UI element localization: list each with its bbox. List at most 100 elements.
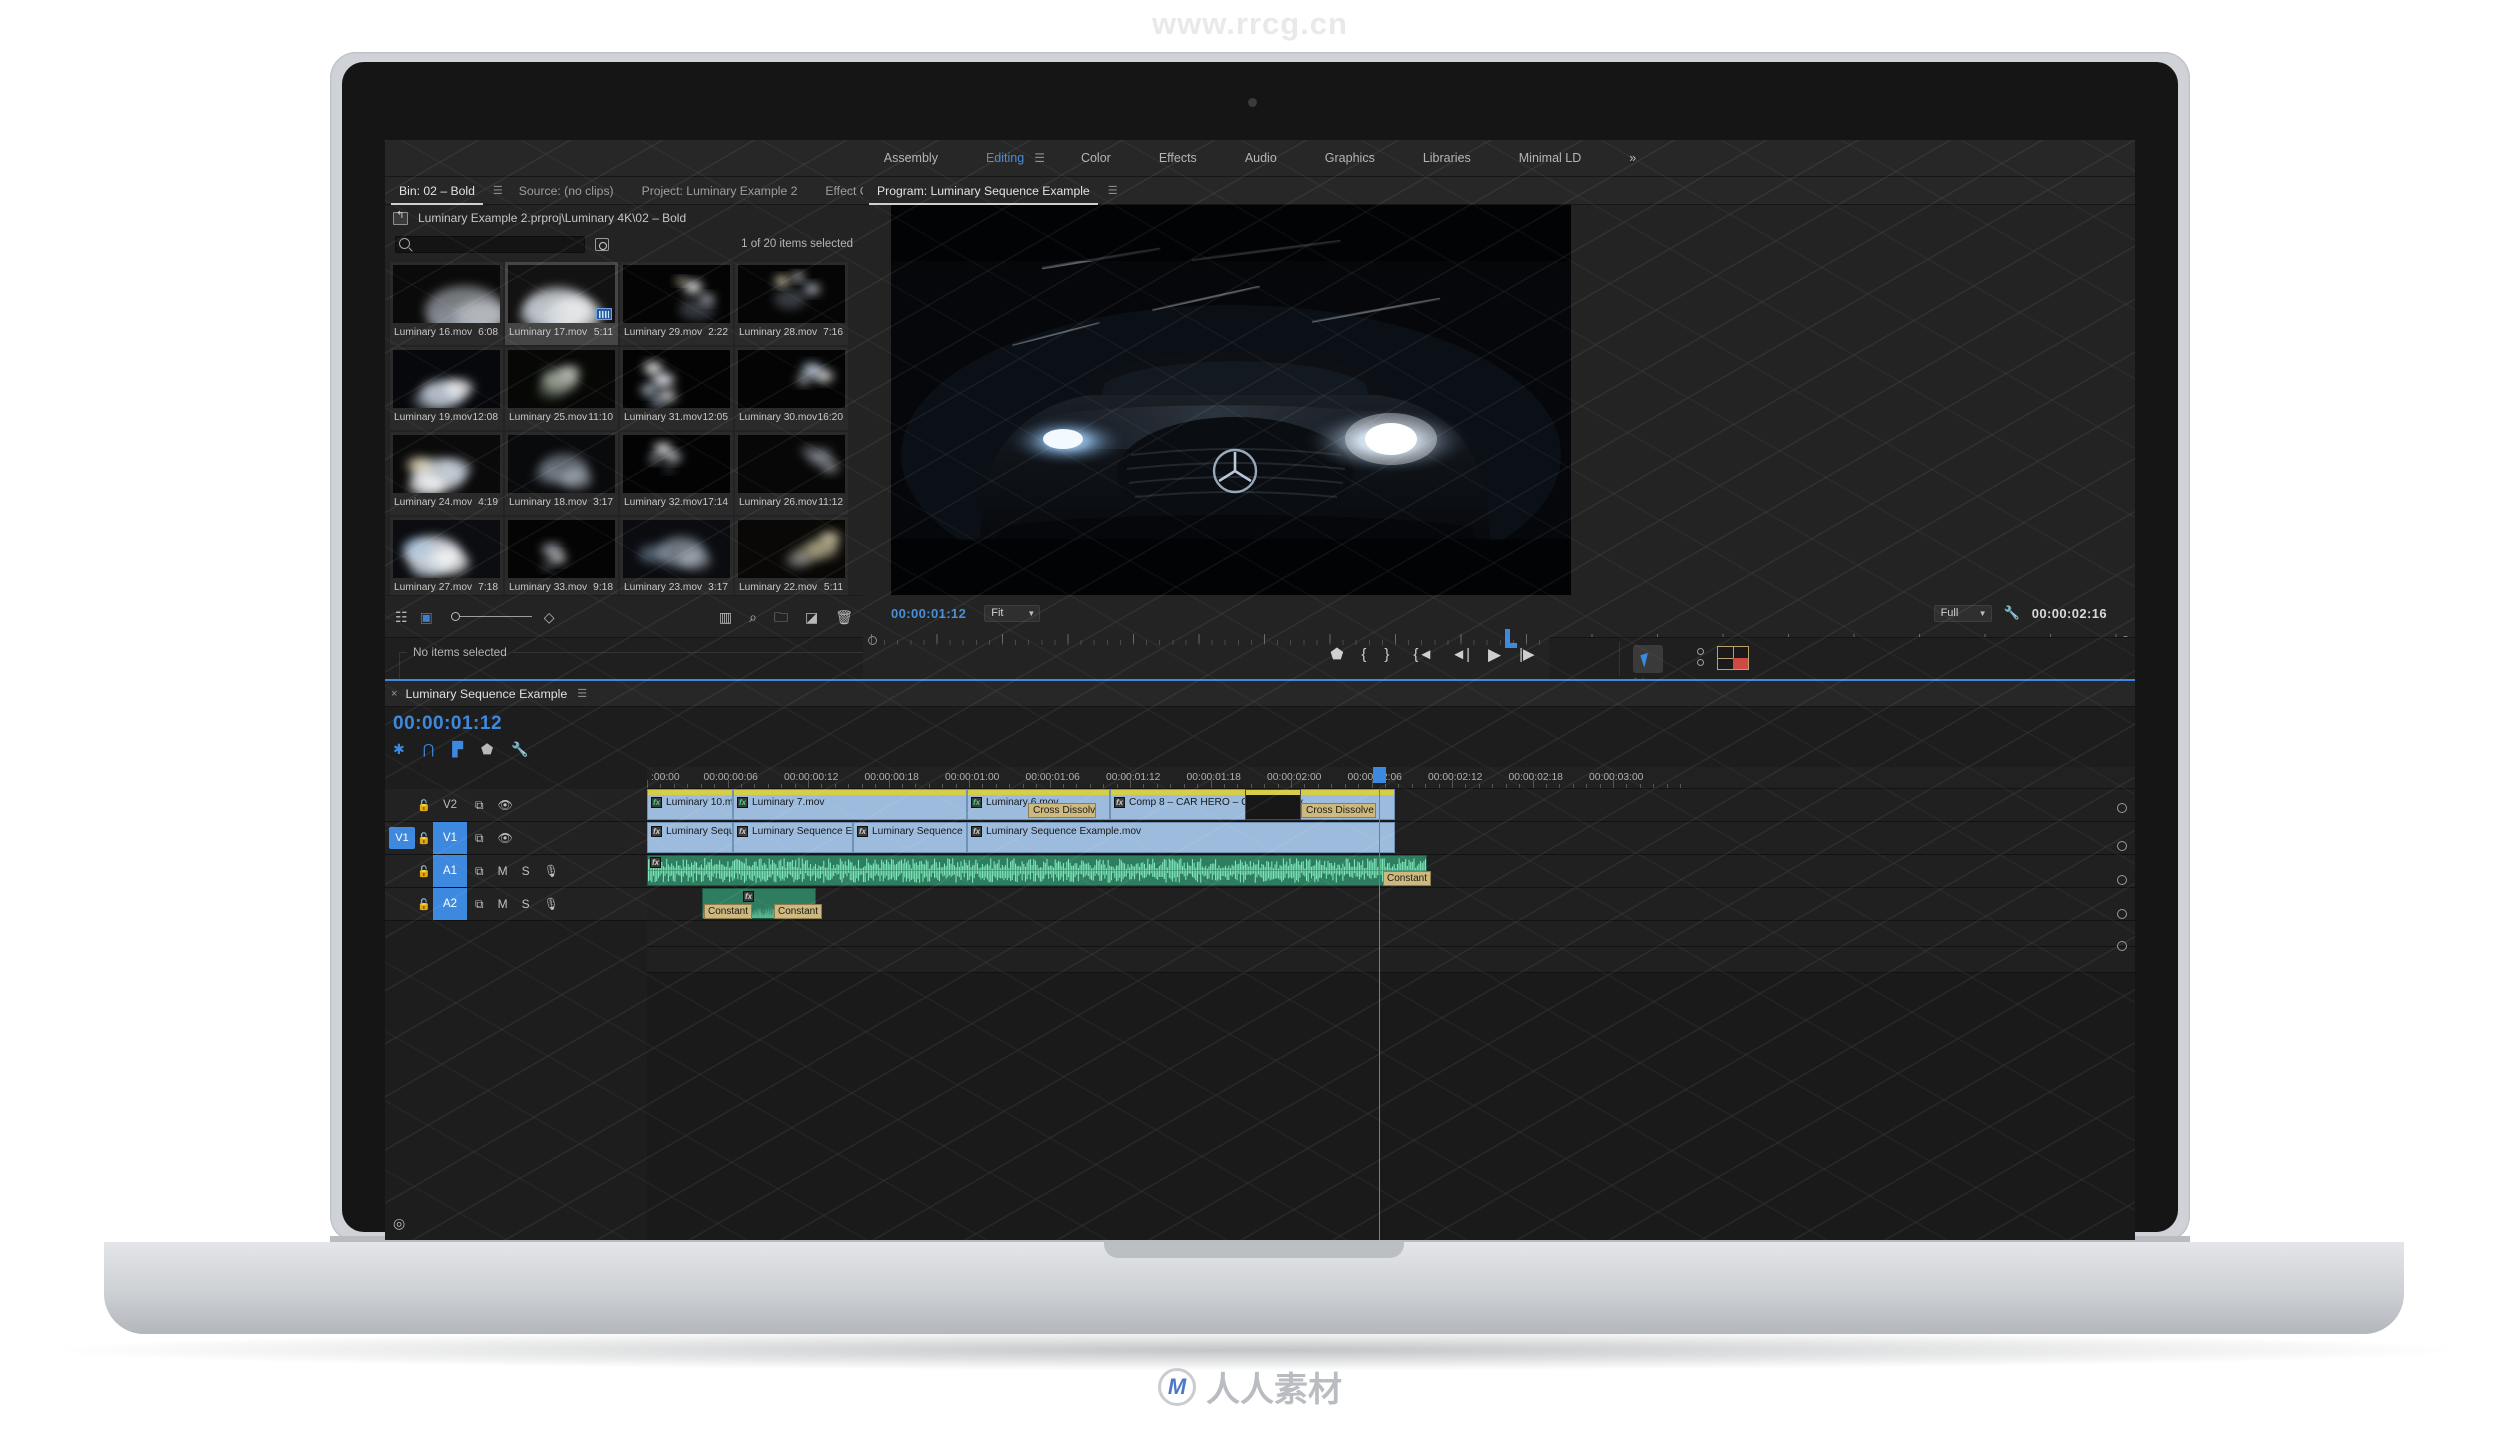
transition-cross-dissolve[interactable]: Cross Dissolve [1301,803,1376,818]
voice-record-icon[interactable]: 🎙 [544,865,559,877]
workspace-tab-graphics[interactable]: Graphics [1301,140,1399,177]
bin-item[interactable]: Luminary 32.mov17:14 [620,432,733,515]
workspace-burger-icon[interactable]: ☰ [1034,151,1057,165]
tab-project[interactable]: Project: Luminary Example 2 [628,177,812,205]
bin-item[interactable]: Luminary 33.mov9:18 [505,517,618,595]
tab-timeline-sequence[interactable]: Luminary Sequence Example [405,687,567,701]
thumbnail-zoom-slider[interactable] [451,612,532,621]
bin-item[interactable]: Luminary 31.mov12:05 [620,347,733,430]
timeline-clip[interactable]: fxLuminary Sequence Example.mov [853,822,967,853]
program-zoom-select[interactable]: Fit ▼ [984,605,1040,622]
track-resize-handle[interactable] [2117,841,2127,851]
sync-lock-icon[interactable]: ⧉ [475,799,484,811]
track-lane-v1[interactable]: fxLuminary SequencefxLuminary Sequence E… [647,822,2135,855]
track-header-v1[interactable]: V1🔓V1 ⧉ 👁 [385,822,647,855]
workspace-tab-effects[interactable]: Effects [1135,140,1221,177]
sort-icon[interactable]: ◇ [544,610,555,624]
track-resize-handle[interactable] [2117,909,2127,919]
track-lane-v2[interactable]: fxLuminary 10.movfxLuminary 7.movfxLumin… [647,789,2135,822]
playhead-handle[interactable] [1373,767,1386,783]
program-panel-burger-icon[interactable]: ☰ [1104,184,1120,197]
bin-item[interactable]: Luminary 22.mov5:11 [735,517,848,595]
track-resize-handle[interactable] [2117,803,2127,813]
track-header-a1[interactable]: 🔓A1 ⧉ M S 🎙 [385,855,647,888]
bin-item[interactable]: Luminary 28.mov7:16 [735,262,848,345]
parent-bin-icon[interactable] [393,212,408,225]
step-back-icon[interactable]: ◄| [1451,647,1470,662]
freeform-view-icon[interactable]: ▥ [719,610,732,624]
lock-track-icon[interactable]: 🔓 [415,832,433,845]
timeline-clip[interactable]: fxLuminary Sequence [647,822,733,853]
settings-wrench-icon[interactable]: 🔧 [511,742,528,756]
bin-item[interactable]: Luminary 16.mov6:08 [390,262,503,345]
bin-thumbnail-grid[interactable]: Luminary 16.mov6:08 Luminary 17.mov5:11 … [385,257,863,595]
add-marker-icon[interactable]: ⬟ [481,742,493,756]
add-marker-icon[interactable]: ⬟ [1330,647,1343,662]
timeline-clip[interactable]: fxLuminary Sequence Example [733,822,853,853]
sync-lock-icon[interactable]: ⧉ [475,865,484,877]
track-header-a2[interactable]: 🔓A2⧉MS🎙 [385,888,647,921]
timeline-audio-clip[interactable]: fx [647,855,1427,886]
track-lane-a4[interactable] [647,947,2135,973]
close-icon[interactable]: × [391,688,405,700]
bin-item[interactable]: Luminary 18.mov3:17 [505,432,618,515]
go-to-in-icon[interactable]: {◄ [1413,647,1433,662]
timeline-clip[interactable]: fxLuminary 10.mov [647,789,733,820]
icon-view-icon[interactable]: ▣ [420,610,433,624]
wrench-icon[interactable]: 🔧 [2004,605,2020,621]
timeline-display-settings-icon[interactable]: ◎ [393,1216,405,1230]
workspace-tab-audio[interactable]: Audio [1221,140,1301,177]
audio-keyframe-tag[interactable]: Constant [704,904,752,919]
new-bin-icon[interactable]: 🗀 [774,610,788,624]
source-patch-v2[interactable] [389,794,415,816]
sync-lock-icon[interactable]: ⧉ [475,832,484,844]
bin-item[interactable]: Luminary 30.mov16:20 [735,347,848,430]
workspace-tab-color[interactable]: Color [1057,140,1135,177]
track-lane-a3[interactable] [647,921,2135,947]
eye-icon[interactable]: 👁 [498,832,513,844]
program-video-preview[interactable] [891,205,1571,595]
timeline-ruler[interactable]: :00:0000:00:00:0600:00:00:1200:00:00:180… [647,767,2135,789]
workspace-overflow-icon[interactable]: » [1605,140,1660,177]
mute-track-icon[interactable]: M [498,865,508,877]
audio-keyframe-tag[interactable]: Constant [774,904,822,919]
track-name-v2[interactable]: V2 [433,789,467,821]
solo-track-icon[interactable]: S [522,898,530,910]
snap-magnet-icon[interactable]: ⋂ [423,742,434,756]
lock-track-icon[interactable]: 🔓 [415,865,433,878]
track-name-v1[interactable]: V1 [433,822,467,854]
track-header-v2[interactable]: 🔓V2⧉👁 [385,789,647,822]
delete-icon[interactable]: 🗑 [835,610,853,624]
voice-record-icon[interactable]: 🎙 [544,898,559,910]
bin-search-input[interactable] [395,236,585,253]
track-name-a2[interactable]: A2 [433,888,467,920]
timeline-clip[interactable]: fxLuminary 7.mov [733,789,967,820]
sync-lock-icon[interactable]: ⧉ [475,898,484,910]
track-lane-a2[interactable]: fxConstantConstant [647,888,2135,921]
timeline-playhead-timecode[interactable]: 00:00:01:12 [393,713,502,735]
track-lane-a1[interactable]: fxConstant [647,855,2135,888]
timeline-black-clip[interactable] [1245,789,1301,820]
bin-item[interactable]: Luminary 26.mov11:12 [735,432,848,515]
timeline-playhead[interactable] [1379,789,1380,1240]
tab-program-monitor[interactable]: Program: Luminary Sequence Example [863,177,1104,205]
bin-item[interactable]: Luminary 19.mov12:08 [390,347,503,430]
step-forward-icon[interactable]: |▶ [1519,647,1534,662]
workspace-tab-assembly[interactable]: Assembly [860,140,962,177]
find-icon[interactable]: ⌕ [749,610,757,624]
timeline-clip[interactable]: fxLuminary Sequence Example.mov [967,822,1395,853]
zoom-slider-knob[interactable] [451,612,460,621]
solo-track-icon[interactable]: S [522,865,530,877]
play-icon[interactable]: ▶ [1488,646,1501,663]
bin-item[interactable]: Luminary 27.mov7:18 [390,517,503,595]
lock-track-icon[interactable]: 🔓 [415,799,433,812]
track-name-a1[interactable]: A1 [433,855,467,887]
track-resize-handle[interactable] [2117,941,2127,951]
mark-out-icon[interactable]: } [1384,647,1389,662]
grid-icon[interactable] [1717,646,1749,670]
bin-item[interactable]: Luminary 24.mov4:19 [390,432,503,515]
workspace-tab-libraries[interactable]: Libraries [1399,140,1495,177]
bin-item[interactable]: Luminary 29.mov2:22 [620,262,733,345]
source-patch-a2[interactable] [389,893,415,915]
source-patch-v1[interactable]: V1 [389,827,415,849]
